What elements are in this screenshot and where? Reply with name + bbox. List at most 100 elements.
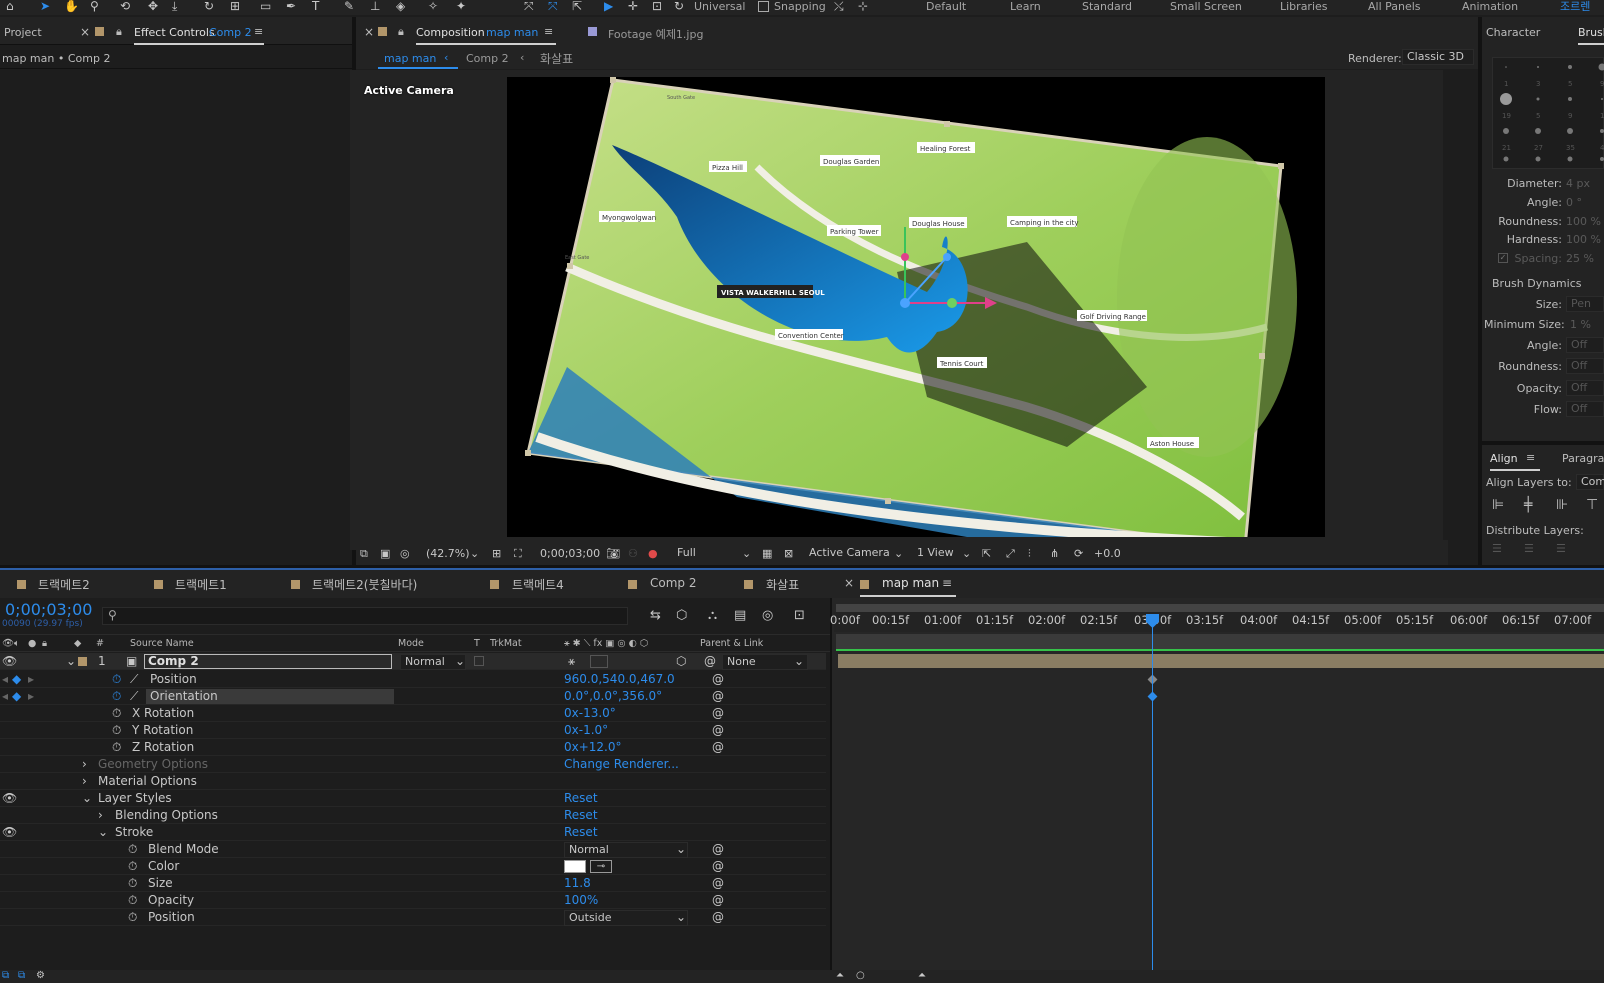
tab-footage[interactable]: Footage 예제1.jpg xyxy=(608,26,703,42)
chevron-down-icon[interactable]: ⌄ xyxy=(66,653,76,670)
eyedropper-icon[interactable]: ⊸ xyxy=(590,860,612,873)
camera-snapshot-icon[interactable]: 📷︎ xyxy=(606,547,620,560)
property-value[interactable]: 0.0°,0.0°,356.0° xyxy=(564,688,662,705)
chevron-down-icon[interactable]: ⌄ xyxy=(98,824,108,841)
snapping-checkbox[interactable] xyxy=(758,1,769,12)
stopwatch-icon[interactable]: ⏱︎ xyxy=(128,875,137,892)
prev-keyframe-icon[interactable]: ◂ xyxy=(2,671,8,688)
scale-icon[interactable]: ⊡ xyxy=(652,0,662,13)
property-row[interactable]: ⏱︎ Blend Mode Normal ⌄ @ xyxy=(0,841,826,858)
close-icon[interactable]: × xyxy=(364,25,374,39)
chevron-right-icon[interactable]: › xyxy=(82,773,87,790)
align-top-icon[interactable]: ⊤ xyxy=(1586,497,1598,513)
monitor-icon[interactable]: ▣ xyxy=(380,547,390,560)
stopwatch-icon[interactable]: ⏱︎ xyxy=(112,739,121,756)
tab-arrow[interactable]: 화살표 xyxy=(766,576,799,593)
quality-switch[interactable] xyxy=(590,655,608,668)
property-value[interactable]: 0x-1.0° xyxy=(564,722,608,739)
property-row[interactable]: ◂ ◆ ▸ ⏱︎ ⟋ Position 960.0,540.0,467.0 @ xyxy=(0,671,826,688)
toggle-render-time-icon[interactable]: ⚙ xyxy=(36,970,45,981)
workspace-standard[interactable]: Standard xyxy=(1082,0,1132,13)
panel-menu-icon[interactable]: ≡ xyxy=(254,25,263,38)
move-icon[interactable]: ✛ xyxy=(628,0,638,13)
keyframe-icon[interactable]: ◆ xyxy=(12,688,21,705)
stopwatch-icon[interactable]: ⏱︎ xyxy=(112,688,121,705)
property-group-row[interactable]: 👁︎ ⌄ Stroke Reset xyxy=(0,824,826,841)
col-trkmat[interactable]: TrkMat xyxy=(490,638,522,649)
tab-effect-controls[interactable]: Effect Controls xyxy=(134,26,215,39)
pan-behind-icon[interactable]: ⊞ xyxy=(230,0,240,13)
stroke-position-dropdown[interactable]: Outside xyxy=(564,910,688,926)
composition-navigator-icon[interactable]: ⇆ xyxy=(650,608,661,623)
panel-menu-icon[interactable]: ≡ xyxy=(942,576,952,590)
property-row[interactable]: ◂ ◆ ▸ ⏱︎ ⟋ Orientation 0.0°,0.0°,356.0° … xyxy=(0,688,826,705)
comp-marker-bar[interactable] xyxy=(836,634,1604,650)
chevron-right-icon[interactable]: › xyxy=(82,756,87,773)
dyn-dropdown[interactable]: Pen xyxy=(1566,296,1604,312)
layer-search-input[interactable] xyxy=(102,607,628,625)
layer-row[interactable]: 👁︎ ⌄ 1 ▣ Comp 2 Normal ⌄ ⚹ ⬡ @ None ⌄ xyxy=(0,653,826,670)
mask-icon[interactable]: ◎ xyxy=(400,547,410,560)
show-snapshot-icon[interactable]: ⚇ xyxy=(628,547,638,560)
snapping-label[interactable]: Snapping xyxy=(774,0,826,13)
eye-icon[interactable]: 👁︎ xyxy=(2,824,17,841)
workspace-libraries[interactable]: Libraries xyxy=(1280,0,1328,13)
property-group-row[interactable]: › Blending Options Reset xyxy=(0,807,826,824)
current-time-display[interactable]: 0;00;03;00 xyxy=(540,547,600,560)
flowchart-icon[interactable]: ⋔ xyxy=(1050,547,1059,560)
workspace-small-screen[interactable]: Small Screen xyxy=(1170,0,1242,13)
property-group-row[interactable]: › Geometry Options Change Renderer... xyxy=(0,756,826,773)
eye-icon[interactable]: 👁︎ xyxy=(2,638,14,649)
pickwhip-icon[interactable]: @ xyxy=(712,688,724,705)
tab-align[interactable]: Align xyxy=(1490,452,1518,465)
panel-menu-icon[interactable]: ≡ xyxy=(544,25,553,38)
shy-layers-icon[interactable]: ⛬ xyxy=(708,608,717,623)
universal-select-icon[interactable]: ▶ xyxy=(604,0,613,13)
prop-value[interactable]: 25 % xyxy=(1566,252,1594,265)
property-value[interactable]: 960.0,540.0,467.0 xyxy=(564,671,675,688)
zoom-dropdown[interactable]: (42.7%) xyxy=(426,547,470,560)
renderer-dropdown[interactable]: Classic 3D xyxy=(1402,49,1474,65)
tab-paragraph[interactable]: Paragra xyxy=(1562,452,1604,465)
spacing-checkbox[interactable]: ✓ xyxy=(1498,253,1508,263)
property-group-row[interactable]: › Material Options xyxy=(0,773,826,790)
toggle-pixel-icon[interactable]: ⇱ xyxy=(982,547,991,560)
lock-icon[interactable]: 🔒︎ xyxy=(398,25,404,39)
grid-icon[interactable]: ⊞ xyxy=(492,547,501,560)
exposure-value[interactable]: +0.0 xyxy=(1094,547,1121,560)
resolution-dropdown[interactable]: Full xyxy=(672,545,752,561)
prop-value[interactable]: 4 px xyxy=(1566,177,1590,190)
dyn-dropdown[interactable]: Off xyxy=(1566,401,1604,417)
tab-trackmatte-2[interactable]: 트랙메트2 xyxy=(38,576,90,593)
workspace-animation[interactable]: Animation xyxy=(1462,0,1518,13)
rectangle-tool-icon[interactable]: ▭ xyxy=(260,0,271,13)
pickwhip-icon[interactable]: @ xyxy=(712,841,724,858)
collapse-switch-icon[interactable]: ⚹ xyxy=(568,653,575,670)
orbit-camera-icon[interactable]: ⟲ xyxy=(120,0,130,13)
brush-tool-icon[interactable]: ✎ xyxy=(344,0,354,13)
property-row[interactable]: ⏱︎ X Rotation 0x-13.0° @ xyxy=(0,705,826,722)
graph-icon[interactable]: ⟋ xyxy=(130,688,138,705)
pickwhip-icon[interactable]: @ xyxy=(712,875,724,892)
home-icon[interactable]: ⌂ xyxy=(6,0,14,13)
col-mode[interactable]: Mode xyxy=(398,638,424,649)
world-axis-icon[interactable]: ⤧ xyxy=(548,0,558,13)
zoom-slider-handle[interactable]: ○ xyxy=(856,970,865,981)
dyn-dropdown[interactable]: Off xyxy=(1566,337,1604,353)
align-center-icon[interactable]: ╪ xyxy=(1524,497,1532,513)
rotate-tool-icon[interactable]: ↻ xyxy=(204,0,214,13)
align-target-dropdown[interactable]: Com xyxy=(1576,474,1604,490)
snapshot-icon[interactable]: ⧉ xyxy=(360,547,368,561)
workspace-learn[interactable]: Learn xyxy=(1010,0,1041,13)
local-axis-icon[interactable]: ⤧ xyxy=(524,0,534,13)
col-parent[interactable]: Parent & Link xyxy=(700,638,763,649)
eye-icon[interactable]: 👁︎ xyxy=(2,653,17,670)
pickwhip-icon[interactable]: @ xyxy=(712,858,724,875)
dolly-camera-icon[interactable]: ⤓ xyxy=(172,0,177,13)
property-value[interactable]: 0x+12.0° xyxy=(564,739,622,756)
fit-icon[interactable]: ⤢ xyxy=(1006,547,1015,561)
view-axis-icon[interactable]: ⇱ xyxy=(572,0,582,13)
close-icon[interactable]: × xyxy=(80,25,90,39)
chevron-down-icon[interactable]: ⌄ xyxy=(82,790,92,807)
stopwatch-icon[interactable]: ⏱︎ xyxy=(112,722,121,739)
